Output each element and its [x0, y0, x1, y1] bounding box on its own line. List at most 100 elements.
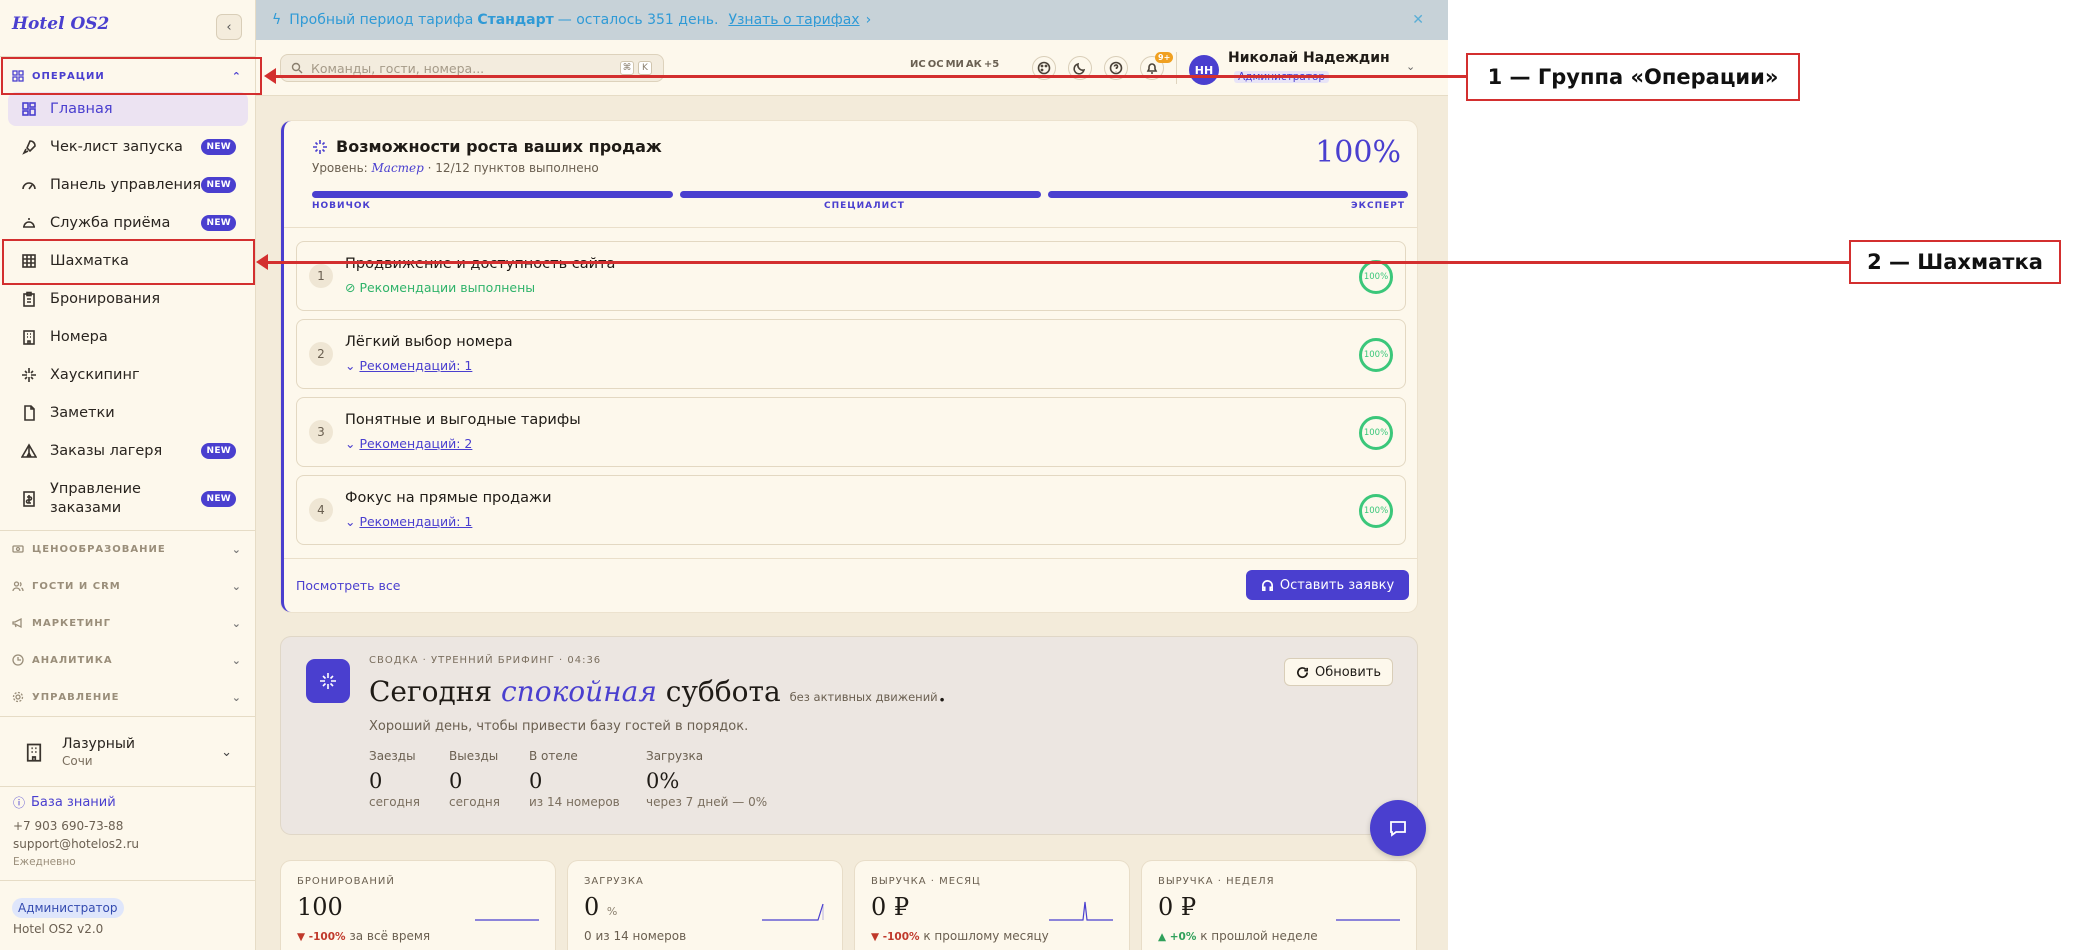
growth-item[interactable]: 3 Понятные и выгодные тарифы ⌄ Рекоменда… [296, 397, 1406, 467]
divider [1176, 52, 1177, 84]
recommendations-link[interactable]: Рекомендаций: 2 [359, 436, 472, 451]
kpi-footnote: к прошлому месяцу [923, 929, 1049, 943]
growth-title: Возможности роста ваших продаж [312, 137, 662, 156]
group-management[interactable]: УПРАВЛЕНИЕ ⌄ [0, 679, 256, 715]
headset-icon [1261, 579, 1273, 591]
sales-growth-card: Возможности роста ваших продаж Уровень: … [281, 121, 1417, 612]
sidebar-item-home[interactable]: Главная [8, 92, 248, 126]
chevron-down-icon: ⌄ [231, 653, 242, 667]
collapse-sidebar-button[interactable]: ‹ [216, 14, 242, 40]
sidebar-item-camp-orders[interactable]: Заказы лагеря NEW [8, 434, 248, 468]
recommendations-link[interactable]: Рекомендаций: 1 [359, 514, 472, 529]
briefing-headline: Сегодня спокойная суббота без активных д… [369, 675, 947, 708]
brand-logo[interactable]: Hotel OS2 [12, 14, 109, 34]
kpi-value-text: 0 ₽ [1158, 893, 1197, 921]
item-recommendations[interactable]: ⌄ Рекомендаций: 2 [345, 436, 472, 451]
kpi-delta: ▲ +0% [1158, 931, 1197, 943]
kpi-revenue-week[interactable]: ВЫРУЧКА · НЕДЕЛЯ 0 ₽ ▲ +0% к прошлой нед… [1142, 861, 1416, 950]
group-marketing[interactable]: МАРКЕТИНГ ⌄ [0, 605, 256, 641]
divider [0, 786, 256, 787]
item-recommendations[interactable]: ⌄ Рекомендаций: 1 [345, 514, 472, 529]
headline-note: без активных движений [789, 690, 938, 704]
chevron-down-icon: ⌄ [345, 436, 360, 451]
sidebar-item-label: Заказы лагеря [50, 443, 163, 459]
kpi-occupancy[interactable]: ЗАГРУЗКА 0 % 0 из 14 номеров [568, 861, 842, 950]
user-avatar[interactable]: НН [1189, 55, 1219, 85]
hotel-building-icon [24, 741, 46, 763]
sidebar-item-rooms[interactable]: Номера [8, 320, 248, 354]
avatar: ИС [910, 59, 926, 70]
sparkline [762, 903, 824, 921]
refresh-button[interactable]: Обновить [1284, 658, 1393, 686]
headline-emphasis: спокойная [501, 675, 657, 708]
user-name[interactable]: Николай Надеждин [1228, 50, 1390, 66]
sparkline [1049, 901, 1113, 921]
kpi-unit: % [606, 905, 618, 918]
support-email[interactable]: support@hotelos2.ru [13, 837, 139, 851]
divider [0, 880, 256, 881]
sidebar-item-notes[interactable]: Заметки [8, 396, 248, 430]
sidebar-item-housekeeping[interactable]: Хаускипинг [8, 358, 248, 392]
view-all-link[interactable]: Посмотреть все [296, 578, 400, 593]
kpi-value-text: 0 [584, 893, 600, 921]
new-badge: NEW [201, 215, 236, 231]
progress-ring: 100% [1359, 338, 1393, 372]
stat-sub: через 7 дней — 0% [646, 795, 768, 809]
group-pricing[interactable]: ЦЕНООБРАЗОВАНИЕ ⌄ [0, 531, 256, 567]
sidebar-item-order-management[interactable]: Управление заказами NEW [8, 474, 248, 524]
sidebar-item-label: Служба приёма [50, 215, 171, 231]
kpi-revenue-month[interactable]: ВЫРУЧКА · МЕСЯЦ 0 ₽ ▼ -100% к прошлому м… [855, 861, 1129, 950]
hotel-switcher[interactable]: Лазурный Сочи ⌄ [14, 720, 242, 784]
banner-text-pre: Пробный период тарифа [289, 12, 474, 28]
close-banner-icon[interactable]: ✕ [1412, 12, 1424, 28]
banner-text-post: — осталось 351 день. [557, 12, 719, 28]
sidebar-item-front-desk[interactable]: Служба приёма NEW [8, 206, 248, 240]
kpi-value: 0 ₽ [1158, 893, 1196, 921]
online-users[interactable]: ИС ОС МИ АК +5 [910, 59, 999, 70]
support-phone[interactable]: +7 903 690-73-88 [13, 819, 123, 833]
headline-pre: Сегодня [369, 675, 493, 708]
growth-level: Уровень: Мастер · 12/12 пунктов выполнен… [312, 161, 599, 175]
chat-button[interactable] [1370, 800, 1426, 856]
sidebar-item-label: Заметки [50, 405, 115, 421]
user-menu-chevron-icon[interactable]: ⌄ [1406, 60, 1415, 73]
item-title: Лёгкий выбор номера [345, 334, 513, 350]
stat-arrivals: Заезды 0 сегодня [369, 749, 420, 809]
submit-request-label: Оставить заявку [1279, 577, 1395, 593]
sidebar-item-control-panel[interactable]: Панель управления NEW [8, 168, 248, 202]
kpi-label: ВЫРУЧКА · НЕДЕЛЯ [1158, 876, 1275, 887]
sidebar: Hotel OS2 ‹ ОПЕРАЦИИ ⌃ Главная Чек-лист … [0, 0, 256, 950]
group-guests-crm[interactable]: ГОСТИ И CRM ⌄ [0, 568, 256, 604]
growth-item[interactable]: 2 Лёгкий выбор номера ⌄ Рекомендаций: 1 … [296, 319, 1406, 389]
submit-request-button[interactable]: Оставить заявку [1246, 570, 1409, 600]
stat-sub: сегодня [449, 795, 500, 809]
new-badge: NEW [201, 491, 236, 507]
group-analytics[interactable]: АНАЛИТИКА ⌄ [0, 642, 256, 678]
item-number: 4 [309, 498, 333, 522]
stat-label: Загрузка [646, 749, 704, 763]
file-icon [20, 404, 38, 422]
callout-1: 1 — Группа «Операции» [1466, 53, 1800, 101]
headline-post: суббота [665, 675, 781, 708]
kpi-bookings[interactable]: БРОНИРОВАНИЙ 100 ▼ -100% за всё время [281, 861, 555, 950]
annotation-arrow-2 [268, 261, 1851, 264]
morning-briefing-card: СВОДКА · УТРЕННИЙ БРИФИНГ · 04:36 Сегодн… [281, 637, 1417, 834]
group-label: МАРКЕТИНГ [32, 617, 111, 629]
growth-item[interactable]: 1 Продвижение и доступность сайта ⊘ Реко… [296, 241, 1406, 311]
annotation-arrow-1 [275, 75, 1468, 78]
stat-sub: из 14 номеров [529, 795, 620, 809]
trial-banner: ϟ Пробный период тарифа Стандарт — остал… [256, 0, 1448, 40]
sidebar-item-launch-checklist[interactable]: Чек-лист запуска NEW [8, 130, 248, 164]
knowledge-base-link[interactable]: ⓘ База знаний [13, 794, 116, 811]
sparkles-icon [313, 139, 327, 154]
stat-sub: сегодня [369, 795, 420, 809]
growth-item[interactable]: 4 Фокус на прямые продажи ⌄ Рекомендаций… [296, 475, 1406, 545]
sidebar-item-bookings[interactable]: Бронирования [8, 282, 248, 316]
group-label: УПРАВЛЕНИЕ [32, 691, 120, 703]
callout-2: 2 — Шахматка [1849, 240, 2061, 284]
item-recommendations[interactable]: ⌄ Рекомендаций: 1 [345, 358, 472, 373]
recommendations-link[interactable]: Рекомендаций: 1 [359, 358, 472, 373]
kpi-footer: ▼ -100% за всё время [297, 929, 430, 943]
check-circle-icon: ⊘ [345, 280, 360, 295]
pricing-link[interactable]: Узнать о тарифах [728, 12, 859, 28]
